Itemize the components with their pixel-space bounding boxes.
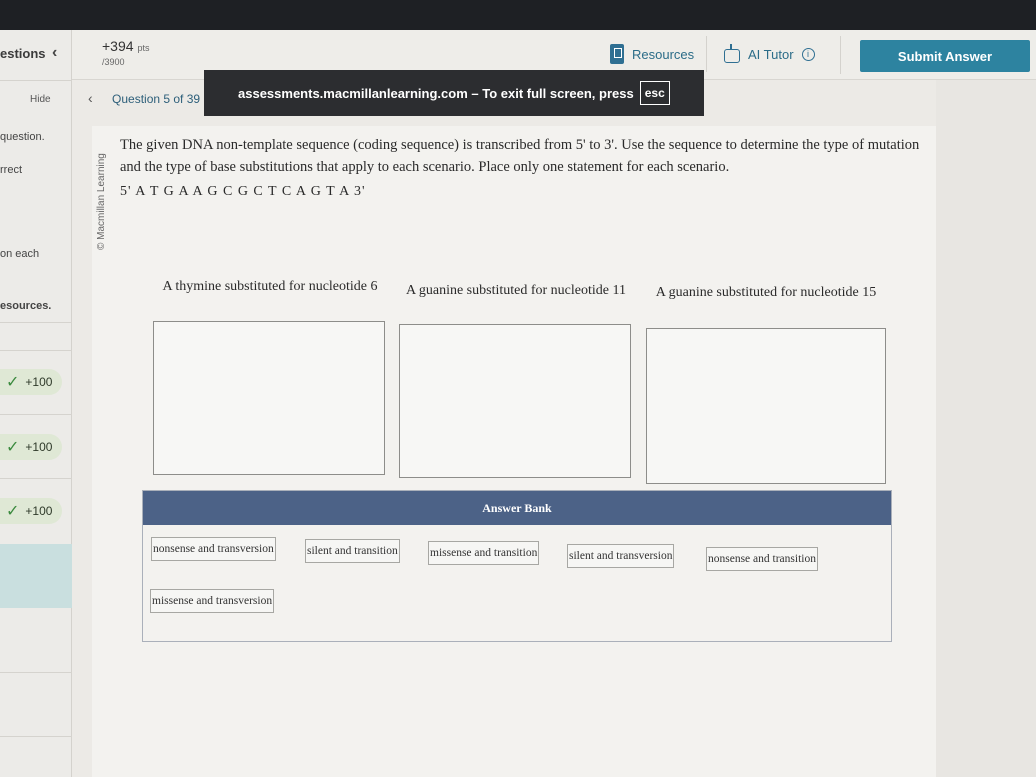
- divider: [0, 736, 72, 737]
- sidebar-header: estions ‹: [0, 44, 72, 66]
- answer-chip[interactable]: missense and transition: [428, 541, 540, 565]
- divider: [0, 350, 72, 351]
- check-icon: ✓: [6, 374, 20, 391]
- dna-sequence: 5' A T G A A G C G C T C A G T A 3': [120, 184, 366, 199]
- question-nav: ‹ Question 5 of 39: [88, 90, 200, 106]
- drop-target-1[interactable]: [153, 321, 385, 475]
- check-icon: ✓: [6, 439, 20, 456]
- collapse-sidebar-icon[interactable]: ‹: [52, 44, 57, 62]
- answer-chip[interactable]: nonsense and transversion: [151, 537, 276, 561]
- answer-bank-title: Answer Bank: [143, 491, 891, 525]
- scenario-label-3: A guanine substituted for nucleotide 15: [655, 285, 877, 300]
- copyright-note: © Macmillan Learning: [96, 153, 107, 250]
- robot-icon: [724, 44, 740, 63]
- score-value: +100: [25, 504, 53, 518]
- question-counter: Question 5 of 39: [112, 92, 201, 106]
- sidebar-snippet: esources.: [0, 300, 52, 312]
- resources-label: Resources: [632, 46, 695, 62]
- banner-text: assessments.macmillanlearning.com – To e…: [238, 85, 634, 101]
- answer-bank: Answer Bank nonsense and transversion si…: [142, 490, 892, 642]
- points-earned: +394 pts: [102, 38, 149, 54]
- resources-button[interactable]: Resources: [598, 36, 708, 72]
- ai-tutor-button[interactable]: AI Tutor i: [712, 36, 827, 72]
- divider: [840, 36, 841, 74]
- answer-chip[interactable]: silent and transition: [305, 539, 400, 563]
- score-badge[interactable]: ✓ +100: [0, 498, 62, 524]
- points-value: +394: [102, 38, 134, 54]
- scenario-label-1: A thymine substituted for nucleotide 6: [162, 279, 378, 294]
- sidebar-snippet: on each: [0, 248, 40, 260]
- book-icon: [610, 44, 624, 64]
- score-badge[interactable]: ✓ +100: [0, 434, 62, 460]
- hide-link[interactable]: Hide: [30, 94, 51, 105]
- scenario-label-2: A guanine substituted for nucleotide 11: [406, 283, 626, 298]
- info-icon[interactable]: i: [801, 47, 815, 61]
- sidebar-snippet: question.: [0, 131, 45, 143]
- submit-answer-button[interactable]: Submit Answer: [860, 40, 1030, 72]
- divider: [0, 478, 72, 479]
- score-value: +100: [25, 440, 53, 454]
- esc-key: esc: [639, 81, 670, 105]
- question-sidebar: estions ‹ Hide question. rrect on each e…: [0, 30, 72, 777]
- score-value: +100: [25, 375, 53, 389]
- answer-chip[interactable]: missense and transversion: [150, 589, 275, 613]
- answer-chip[interactable]: nonsense and transition: [706, 547, 818, 571]
- sidebar-title: estions: [0, 46, 46, 61]
- current-question-item[interactable]: [0, 544, 72, 608]
- score-badge[interactable]: ✓ +100: [0, 369, 62, 395]
- fullscreen-banner: assessments.macmillanlearning.com – To e…: [204, 70, 704, 116]
- drop-target-3[interactable]: [646, 328, 886, 484]
- divider: [0, 414, 72, 415]
- points-total: /3900: [102, 57, 125, 67]
- app-screen: estions ‹ Hide question. rrect on each e…: [0, 30, 1036, 777]
- page-margin: [936, 80, 1036, 777]
- previous-question-icon[interactable]: ‹: [88, 90, 93, 106]
- question-prompt: The given DNA non-template sequence (cod…: [120, 137, 920, 175]
- divider: [0, 322, 72, 323]
- sidebar-snippet: rrect: [0, 164, 22, 176]
- divider: [0, 80, 72, 81]
- points-unit: pts: [137, 43, 150, 53]
- check-icon: ✓: [6, 503, 20, 520]
- answer-chip[interactable]: silent and transversion: [567, 544, 675, 568]
- ai-tutor-label: AI Tutor: [748, 46, 794, 62]
- divider: [0, 672, 72, 673]
- drop-target-2[interactable]: [399, 324, 631, 478]
